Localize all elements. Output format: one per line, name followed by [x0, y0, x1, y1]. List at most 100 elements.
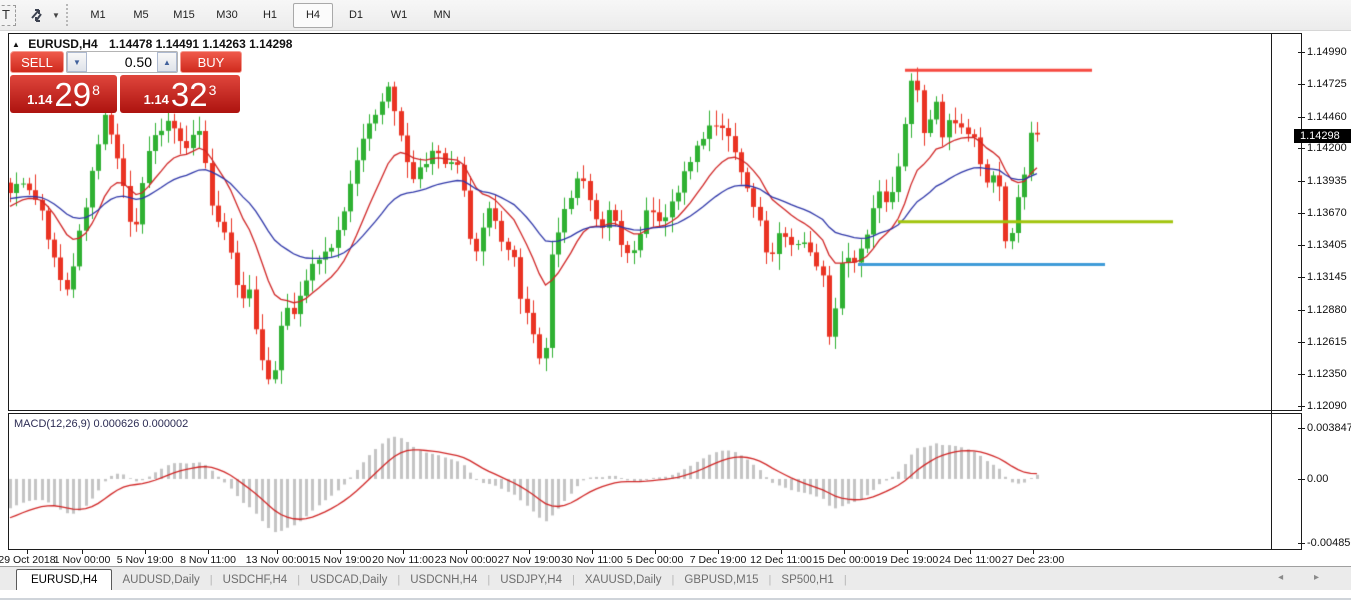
volume-increase-button[interactable]: ▲	[157, 52, 177, 72]
toolbar-grip	[66, 4, 68, 26]
time-axis-label: 19 Dec 19:00	[876, 554, 938, 566]
sell-price-main: 29	[54, 80, 91, 110]
chart-ohlc-values: 1.14478 1.14491 1.14263 1.14298	[109, 37, 293, 51]
price-axis-label: 1.13935	[1307, 175, 1347, 187]
price-axis-tick	[1298, 117, 1305, 118]
time-axis-label: 5 Dec 00:00	[627, 554, 684, 566]
one-click-trading-panel: SELL ▼ ▲ BUY 1.14 29 8 1.14 32 3	[10, 51, 242, 113]
bottom-strip	[0, 590, 1351, 600]
price-axis-label: 1.14200	[1307, 142, 1347, 154]
macd-indicator-label: MACD(12,26,9) 0.000626 0.000002	[14, 418, 188, 430]
time-axis-label: 27 Nov 19:00	[498, 554, 560, 566]
application-window: T ▼ M1M5M15M30H1H4D1W1MN ▲ EURUSD,H4 1.1…	[0, 0, 1351, 600]
timeframe-button-d1[interactable]: D1	[336, 3, 376, 28]
chart-tab-usdcnh-h4[interactable]: USDCNH,H4	[400, 570, 487, 591]
price-axis-label: 1.13670	[1307, 207, 1347, 219]
buy-price-display[interactable]: 1.14 32 3	[120, 75, 240, 113]
current-price-tag: 1.14298	[1294, 129, 1351, 143]
price-axis-label: 1.12880	[1307, 304, 1347, 316]
top-toolbar: T ▼ M1M5M15M30H1H4D1W1MN	[0, 0, 1351, 31]
timeframe-button-h1[interactable]: H1	[250, 3, 290, 28]
price-axis-tick	[1298, 181, 1305, 182]
plot-right-border	[1271, 33, 1272, 550]
price-axis-label: 1.12090	[1307, 400, 1347, 412]
volume-control: ▼ ▲	[66, 51, 178, 73]
chart-symbol: EURUSD,H4	[28, 37, 97, 51]
sell-button[interactable]: SELL	[10, 51, 64, 73]
chart-tabs-bar: EURUSD,H4AUDUSD,Daily|USDCHF,H4|USDCAD,D…	[0, 566, 1351, 591]
buy-price-main: 32	[171, 80, 208, 110]
price-axis-tick	[1298, 374, 1305, 375]
time-axis-label: 27 Dec 23:00	[1002, 554, 1064, 566]
price-axis-tick	[1298, 84, 1305, 85]
timeframe-button-m5[interactable]: M5	[121, 3, 161, 28]
volume-input[interactable]	[87, 52, 157, 72]
time-axis-label: 29 Oct 2018	[0, 554, 56, 566]
chart-tab-xauusd-daily[interactable]: XAUUSD,Daily	[575, 570, 672, 591]
timeframe-button-m30[interactable]: M30	[207, 3, 247, 28]
macd-axis-label: -0.004856	[1307, 537, 1351, 549]
time-axis-label: 15 Nov 19:00	[309, 554, 371, 566]
price-axis-label: 1.14990	[1307, 46, 1347, 58]
price-axis-label: 1.12350	[1307, 368, 1347, 380]
price-axis-tick	[1298, 245, 1305, 246]
price-axis-tick	[1298, 52, 1305, 53]
buy-button[interactable]: BUY	[180, 51, 242, 73]
timeframe-button-m1[interactable]: M1	[78, 3, 118, 28]
sell-price-prefix: 1.14	[27, 90, 52, 110]
chart-window: ▲ EURUSD,H4 1.14478 1.14491 1.14263 1.14…	[0, 31, 1351, 566]
macd-axis-label: 0.00	[1307, 473, 1328, 485]
price-axis-tick	[1298, 277, 1305, 278]
price-axis-label: 1.12615	[1307, 336, 1347, 348]
price-axis-tick	[1298, 310, 1305, 311]
macd-axis-tick	[1298, 479, 1305, 480]
timeframe-button-w1[interactable]: W1	[379, 3, 419, 28]
chart-tab-sp500-h1[interactable]: SP500,H1	[771, 570, 843, 591]
price-axis-tick	[1298, 148, 1305, 149]
timeframe-toolbar: M1M5M15M30H1H4D1W1MN	[78, 3, 465, 28]
chart-tab-gbpusd-m15[interactable]: GBPUSD,M15	[674, 570, 768, 591]
macd-canvas[interactable]	[9, 414, 1301, 549]
time-axis-label: 5 Nov 19:00	[117, 554, 174, 566]
collapse-triangle-icon[interactable]: ▲	[12, 40, 20, 49]
timeframe-button-mn[interactable]: MN	[422, 3, 462, 28]
timeframe-button-h4[interactable]: H4	[293, 3, 333, 28]
macd-axis-label: 0.003847	[1307, 422, 1351, 434]
chart-tab-audusd-daily[interactable]: AUDUSD,Daily	[112, 570, 209, 591]
time-axis-label: 30 Nov 11:00	[561, 554, 623, 566]
time-axis-label: 23 Nov 00:00	[435, 554, 497, 566]
sell-price-display[interactable]: 1.14 29 8	[10, 75, 117, 113]
chart-tab-eurusd-h4[interactable]: EURUSD,H4	[16, 569, 112, 592]
chart-tab-usdcad-daily[interactable]: USDCAD,Daily	[300, 570, 397, 591]
sell-price-sup: 8	[92, 84, 100, 96]
arrows-dropdown-caret-icon[interactable]: ▼	[52, 11, 60, 20]
price-axis-label: 1.14725	[1307, 78, 1347, 90]
timeframe-button-m15[interactable]: M15	[164, 3, 204, 28]
price-axis-label: 1.14460	[1307, 111, 1347, 123]
price-axis-label: 1.13145	[1307, 271, 1347, 283]
chart-title: ▲ EURUSD,H4 1.14478 1.14491 1.14263 1.14…	[12, 37, 292, 51]
time-axis-label: 13 Nov 00:00	[246, 554, 308, 566]
tabs-scroll-icons[interactable]: ◂ ▸	[1278, 572, 1333, 583]
price-axis-tick	[1298, 342, 1305, 343]
text-tool-icon[interactable]: T	[0, 5, 16, 26]
chart-tab-usdjpy-h4[interactable]: USDJPY,H4	[490, 570, 572, 591]
price-axis-tick	[1298, 406, 1305, 407]
time-axis-label: 15 Dec 00:00	[813, 554, 875, 566]
tab-separator: |	[844, 574, 847, 591]
macd-axis-tick	[1298, 428, 1305, 429]
macd-axis-tick	[1298, 543, 1305, 544]
time-axis-label: 20 Nov 11:00	[372, 554, 434, 566]
time-axis-label: 7 Dec 19:00	[690, 554, 747, 566]
time-axis-label: 12 Dec 11:00	[750, 554, 812, 566]
arrows-tool-icon[interactable]	[26, 5, 50, 25]
time-axis-label: 24 Dec 11:00	[939, 554, 1001, 566]
chart-tab-usdchf-h4[interactable]: USDCHF,H4	[213, 570, 298, 591]
buy-price-prefix: 1.14	[144, 90, 169, 110]
price-axis-label: 1.13405	[1307, 239, 1347, 251]
time-axis-label: 8 Nov 11:00	[180, 554, 236, 566]
buy-price-sup: 3	[209, 84, 217, 96]
price-axis-tick	[1298, 213, 1305, 214]
time-axis-label: 1 Nov 00:00	[54, 554, 111, 566]
volume-decrease-button[interactable]: ▼	[67, 52, 87, 72]
